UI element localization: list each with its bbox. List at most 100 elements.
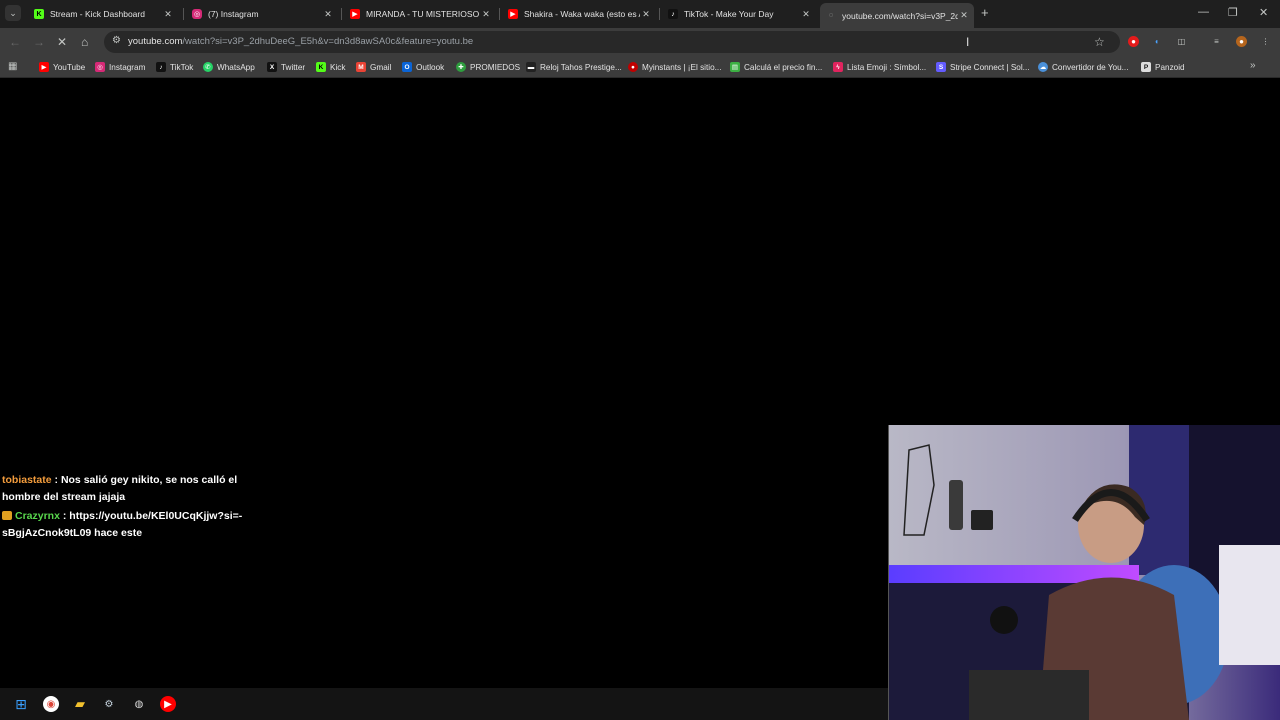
- address-url[interactable]: youtube.com/watch?si=v3P_2dhuDeeG_E5h&v=…: [128, 36, 473, 47]
- chat-message: tobiastate : Nos salió gey nikito, se no…: [2, 474, 238, 503]
- bookmark-label: Myinstants | ¡El sitio...: [642, 62, 722, 72]
- bookmark-outlook[interactable]: O Outlook: [402, 61, 444, 73]
- calculator-icon: ▤: [730, 62, 740, 72]
- tab-shakira[interactable]: ▶ Shakira - Waka waka (esto es A ✕: [502, 3, 656, 25]
- close-tab-icon[interactable]: ✕: [322, 9, 334, 20]
- bookmark-youtube[interactable]: ▶ YouTube: [39, 61, 85, 73]
- media-controls-icon[interactable]: ≡: [1211, 36, 1222, 47]
- bookmark-label: Reloj Tahos Prestige...: [540, 62, 622, 72]
- back-arrow-icon[interactable]: ←: [9, 35, 21, 49]
- tab-kick-dashboard[interactable]: K Stream - Kick Dashboard ✕: [28, 3, 178, 25]
- bookmark-label: Twitter: [281, 62, 306, 72]
- webcam-scene: [889, 425, 1280, 720]
- bookmark-kick[interactable]: K Kick: [316, 61, 345, 73]
- tab-tiktok[interactable]: ♪ TikTok - Make Your Day ✕: [662, 3, 816, 25]
- bookmark-label: Panzoid: [1155, 62, 1185, 72]
- tab-youtube-watch-active[interactable]: ◌ youtube.com/watch?si=v3P_2d ✕: [820, 3, 974, 28]
- bookmark-reloj-tahos[interactable]: ▬ Reloj Tahos Prestige...: [526, 61, 622, 73]
- bookmark-convertidor[interactable]: ☁ Convertidor de You...: [1038, 61, 1128, 73]
- bookmark-whatsapp[interactable]: ✆ WhatsApp: [203, 61, 255, 73]
- chat-username: tobiastate: [2, 474, 52, 486]
- chrome-icon[interactable]: ◉: [43, 696, 59, 712]
- home-icon[interactable]: ⌂: [81, 35, 88, 49]
- extension-audio-icon[interactable]: ◖: [1151, 36, 1162, 47]
- menu-kebab-icon[interactable]: ⋮: [1260, 36, 1271, 47]
- cup: [971, 510, 993, 530]
- bed: [1219, 545, 1280, 665]
- bookmark-twitter[interactable]: X Twitter: [267, 61, 305, 73]
- panzoid-icon: P: [1141, 62, 1151, 72]
- bookmark-myinstants[interactable]: ● Myinstants | ¡El sitio...: [628, 61, 721, 73]
- chat-username: Crazyrnx: [15, 510, 60, 522]
- bookmark-panzoid[interactable]: P Panzoid: [1141, 61, 1185, 73]
- youtube-icon: ▶: [350, 9, 360, 19]
- bookmark-star-icon[interactable]: ☆: [1094, 35, 1105, 49]
- tab-title: youtube.com/watch?si=v3P_2d: [842, 10, 958, 21]
- bottle: [949, 480, 963, 530]
- tab-title: TikTok - Make Your Day: [684, 9, 774, 19]
- close-tab-icon[interactable]: ✕: [480, 9, 492, 20]
- close-tab-icon[interactable]: ✕: [800, 9, 812, 20]
- bookmark-stripe[interactable]: S Stripe Connect | Sol...: [936, 61, 1030, 73]
- browser-toolbar: ← → ✕ ⌂ ⚙ youtube.com/watch?si=v3P_2dhuD…: [0, 28, 1280, 56]
- youtube-app-icon[interactable]: ▶: [160, 696, 176, 712]
- bookmark-label: YouTube: [53, 62, 86, 72]
- bookmark-calcula[interactable]: ▤ Calculá el precio fin...: [730, 61, 822, 73]
- bookmarks-bar: ▦ ▶ YouTube ◎ Instagram ♪ TikTok ✆ WhatsApp …: [0, 56, 1280, 78]
- forward-arrow-icon[interactable]: →: [33, 35, 45, 49]
- instagram-icon: ◎: [95, 62, 105, 72]
- close-tab-icon[interactable]: ✕: [958, 10, 970, 21]
- kick-icon: K: [316, 62, 326, 72]
- stop-loading-icon[interactable]: ✕: [57, 35, 67, 49]
- close-window-icon[interactable]: ✕: [1259, 6, 1268, 19]
- file-explorer-icon[interactable]: ▰: [72, 696, 88, 712]
- bookmark-label: WhatsApp: [217, 62, 255, 72]
- windows-start-icon[interactable]: ⊞: [13, 696, 29, 712]
- bookmark-gmail[interactable]: M Gmail: [356, 61, 391, 73]
- profile-avatar[interactable]: ●: [1236, 36, 1247, 47]
- bookmark-label: Gmail: [370, 62, 392, 72]
- tab-miranda[interactable]: ▶ MIRANDA - TU MISTERIOSO A ✕: [344, 3, 496, 25]
- minimize-icon[interactable]: —: [1198, 6, 1209, 18]
- tab-instagram[interactable]: ◎ (7) Instagram ✕: [186, 3, 338, 25]
- obs-icon[interactable]: ◍: [131, 696, 147, 712]
- bookmark-label: Kick: [330, 62, 346, 72]
- url-path: /watch?si=v3P_2dhuDeeG_E5h&v=dn3d8awSA0c…: [182, 36, 474, 47]
- bookmark-promiedos[interactable]: ✚ PROMIEDOS: [456, 61, 520, 73]
- more-bookmarks-chevron-icon[interactable]: »: [1250, 60, 1256, 71]
- extensions-puzzle-icon[interactable]: ◫: [1176, 36, 1187, 47]
- steam-icon[interactable]: ⚙: [101, 696, 117, 712]
- bookmark-label: Outlook: [416, 62, 445, 72]
- whatsapp-icon: ✆: [203, 62, 213, 72]
- tab-search-chevron-icon[interactable]: ⌄: [5, 5, 21, 21]
- bookmark-instagram[interactable]: ◎ Instagram: [95, 61, 145, 73]
- extension-red-icon[interactable]: ●: [1128, 36, 1139, 47]
- stream-chat-overlay: tobiastate : Nos salió gey nikito, se no…: [2, 472, 262, 544]
- new-tab-plus-icon[interactable]: +: [981, 6, 989, 20]
- tab-separator: [183, 8, 184, 20]
- bookmark-tiktok[interactable]: ♪ TikTok: [156, 61, 193, 73]
- outlook-icon: O: [402, 62, 412, 72]
- promiedos-icon: ✚: [456, 62, 466, 72]
- tab-separator: [499, 8, 500, 20]
- text-cursor-icon: I: [966, 35, 970, 49]
- url-host: youtube.com: [128, 36, 183, 47]
- tab-title: Stream - Kick Dashboard: [50, 9, 145, 19]
- bookmark-label: Instagram: [109, 62, 146, 72]
- youtube-icon: ▶: [39, 62, 49, 72]
- close-tab-icon[interactable]: ✕: [162, 9, 174, 20]
- apps-grid-icon[interactable]: ▦: [8, 61, 17, 72]
- tiktok-icon: ♪: [156, 62, 166, 72]
- site-info-icon[interactable]: ⚙: [112, 35, 121, 46]
- tab-title: (7) Instagram: [208, 9, 259, 19]
- restore-icon[interactable]: ❐: [1228, 6, 1238, 19]
- bookmark-label: PROMIEDOS: [470, 62, 521, 72]
- bookmark-label: Convertidor de You...: [1052, 62, 1129, 72]
- windows-taskbar: ⊞ ◉ ▰ ⚙ ◍ ▶: [0, 688, 888, 720]
- youtube-icon: ▶: [508, 9, 518, 19]
- tab-separator: [341, 8, 342, 20]
- tab-separator: [659, 8, 660, 20]
- bookmark-lista-emoji[interactable]: ϟ Lista Emoji : Símbol...: [833, 61, 926, 73]
- close-tab-icon[interactable]: ✕: [640, 9, 652, 20]
- converter-icon: ☁: [1038, 62, 1048, 72]
